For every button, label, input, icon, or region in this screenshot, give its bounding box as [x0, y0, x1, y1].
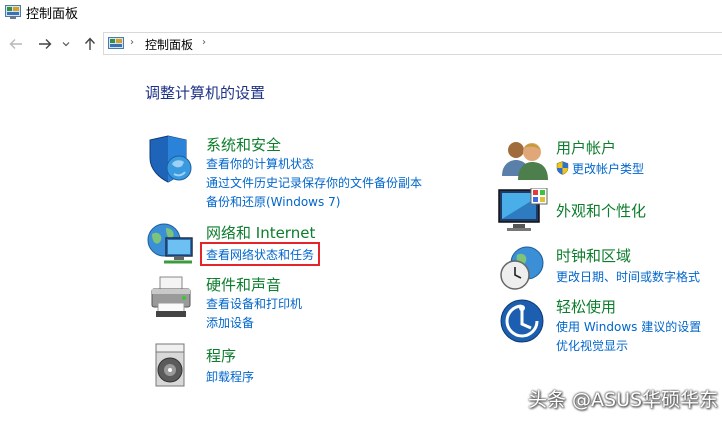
- address-bar[interactable]: › 控制面板 ›: [103, 32, 722, 55]
- up-button[interactable]: [81, 35, 99, 53]
- monitor-personalization-icon[interactable]: [497, 187, 549, 238]
- link-view-devices-printers[interactable]: 查看设备和打印机: [206, 295, 302, 312]
- shield-icon[interactable]: [146, 134, 194, 188]
- category-network-internet[interactable]: 网络和 Internet: [206, 222, 315, 243]
- ease-of-access-icon[interactable]: [499, 298, 545, 348]
- control-panel-icon: [5, 4, 21, 19]
- back-arrow-icon: [9, 39, 22, 49]
- category-appearance-personalization[interactable]: 外观和个性化: [556, 200, 646, 221]
- breadcrumb-separator[interactable]: ›: [130, 37, 134, 48]
- back-button[interactable]: [7, 35, 25, 53]
- link-change-date-time-format[interactable]: 更改日期、时间或数字格式: [556, 268, 700, 285]
- clock-globe-icon[interactable]: [499, 245, 547, 295]
- breadcrumb-separator[interactable]: ›: [202, 37, 206, 48]
- category-clock-region[interactable]: 时钟和区域: [556, 245, 631, 266]
- link-change-account-type[interactable]: 更改帐户类型: [572, 160, 644, 177]
- link-add-device[interactable]: 添加设备: [206, 314, 254, 331]
- recent-locations-button[interactable]: [60, 35, 72, 53]
- link-uninstall-program[interactable]: 卸载程序: [206, 368, 254, 385]
- up-arrow-icon: [84, 37, 96, 50]
- link-optimize-visual-display[interactable]: 优化视觉显示: [556, 337, 628, 354]
- network-globe-icon[interactable]: [146, 220, 196, 272]
- users-icon[interactable]: [500, 138, 550, 186]
- watermark: 头条 @ASUS华硕华东: [528, 389, 719, 411]
- printer-icon[interactable]: [146, 273, 196, 327]
- category-system-security[interactable]: 系统和安全: [206, 134, 281, 155]
- page-heading: 调整计算机的设置: [145, 84, 266, 102]
- category-ease-of-access[interactable]: 轻松使用: [556, 296, 616, 317]
- link-backup-restore[interactable]: 备份和还原(Windows 7): [206, 193, 340, 210]
- link-recommended-settings[interactable]: 使用 Windows 建议的设置: [556, 318, 701, 335]
- link-view-computer-status[interactable]: 查看你的计算机状态: [206, 155, 314, 172]
- programs-disc-icon[interactable]: [150, 342, 190, 392]
- category-hardware-sound[interactable]: 硬件和声音: [206, 274, 281, 295]
- forward-arrow-icon: [39, 39, 52, 49]
- control-panel-icon: [108, 36, 124, 50]
- uac-shield-icon: [556, 160, 569, 179]
- link-file-history-backup[interactable]: 通过文件历史记录保存你的文件备份副本: [206, 174, 422, 191]
- forward-button[interactable]: [36, 35, 54, 53]
- title-bar: 控制面板: [0, 0, 722, 26]
- category-programs[interactable]: 程序: [206, 345, 236, 366]
- window-title: 控制面板: [26, 7, 79, 22]
- breadcrumb-control-panel[interactable]: 控制面板: [145, 36, 193, 53]
- chevron-down-icon: [62, 42, 70, 47]
- category-user-accounts[interactable]: 用户帐户: [556, 137, 616, 158]
- navigation-bar: › 控制面板 ›: [0, 30, 722, 58]
- highlight-box: [200, 242, 320, 266]
